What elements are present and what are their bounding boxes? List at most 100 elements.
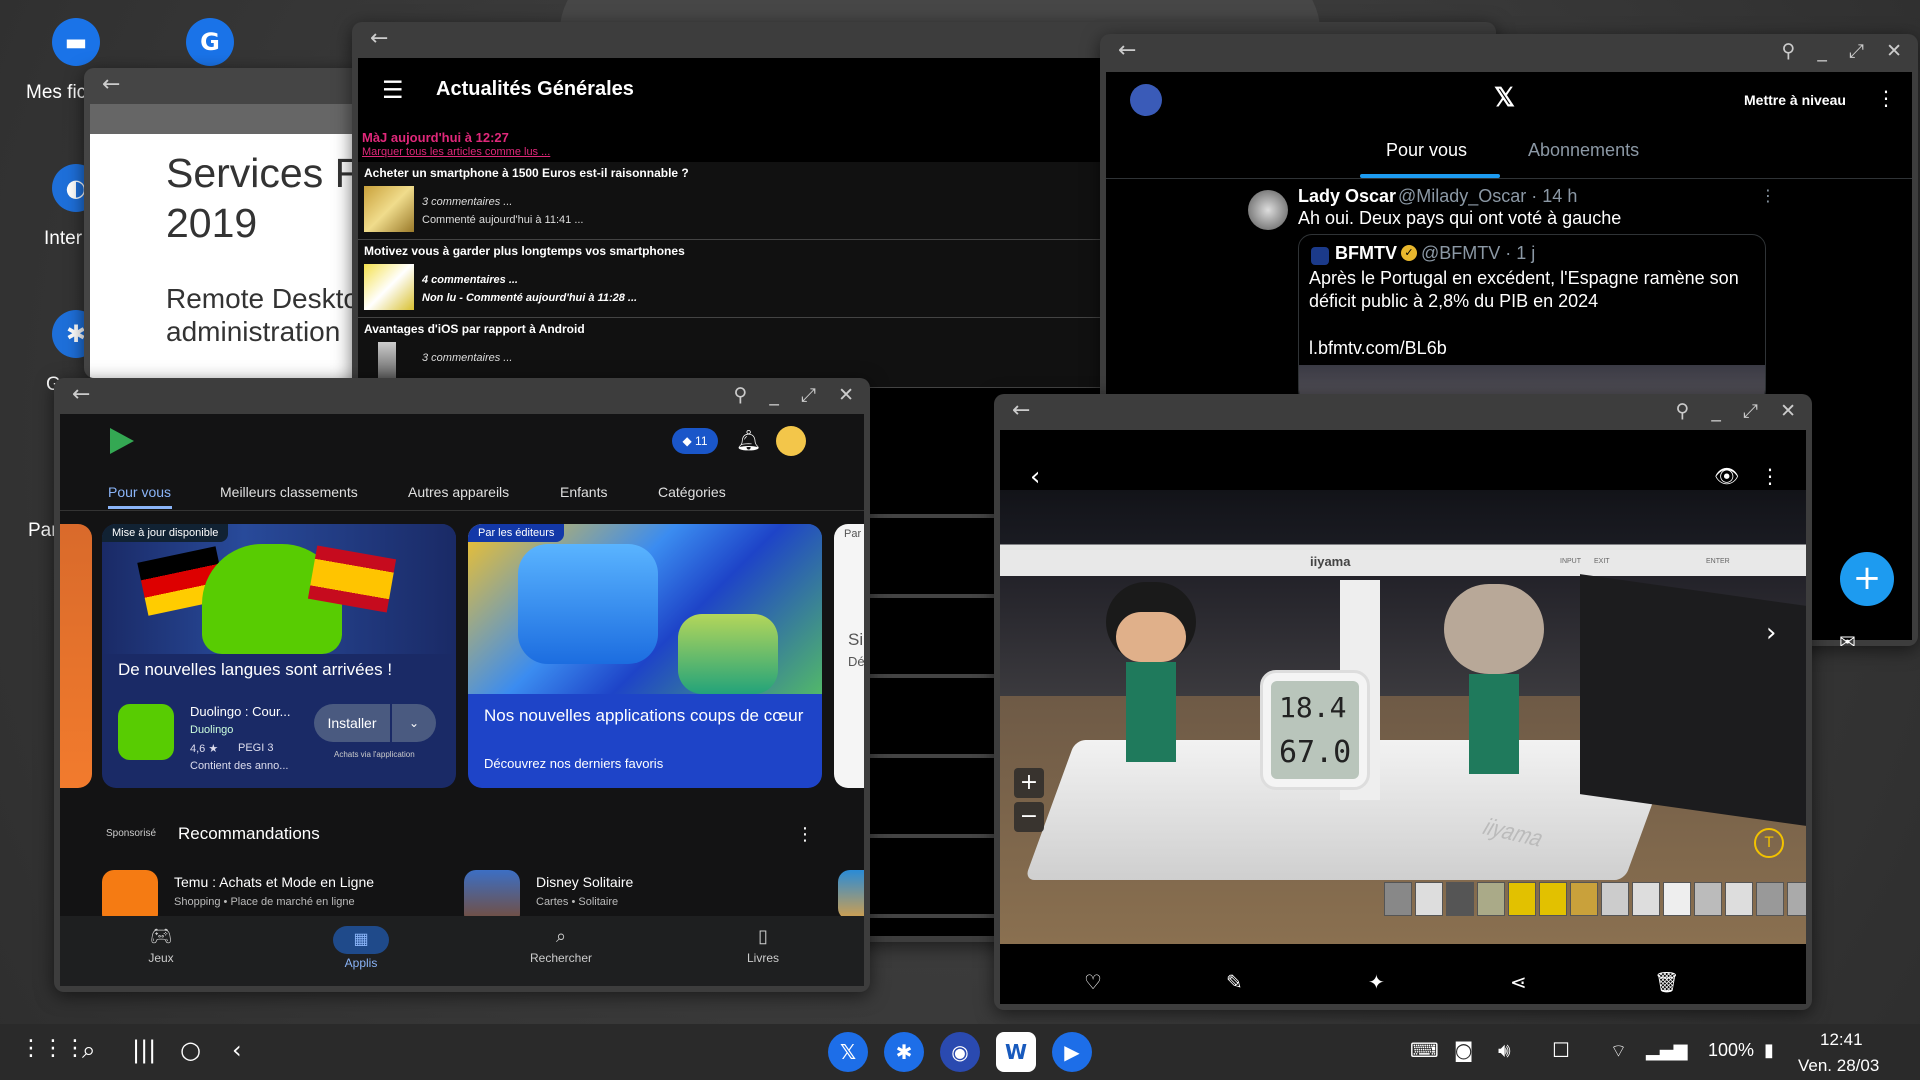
photo-viewer-window[interactable]: ← ⚲ _ ⤢ ✕ ‹ 👁︎ ⋮ iiyama INPUT EXIT ENTER ii… <box>994 394 1812 1010</box>
news-item[interactable]: Acheter un smartphone à 1500 Euros est-i… <box>358 162 1104 240</box>
mark-all-read-link[interactable]: Marquer tous les articles comme lus ... <box>362 146 550 158</box>
maximize-icon[interactable]: ⤢ <box>1743 400 1758 422</box>
install-button[interactable]: Installer <box>314 704 390 742</box>
close-icon[interactable]: ✕ <box>1886 40 1902 62</box>
featured-card-partial[interactable]: Par Si Dé <box>834 524 864 788</box>
rec-item-partial-icon[interactable] <box>838 870 864 920</box>
section-more-icon[interactable]: ⋮ <box>796 824 814 845</box>
tab-following[interactable]: Abonnements <box>1528 140 1639 161</box>
maximize-icon[interactable]: ⤢ <box>801 384 816 406</box>
clock-date[interactable]: Ven. 28/03 <box>1798 1056 1879 1076</box>
dock-gallery-icon[interactable]: ✱ <box>884 1032 924 1072</box>
tab-for-you[interactable]: Pour vous <box>1386 140 1467 161</box>
document-titlebar[interactable]: ← <box>84 68 364 104</box>
home-icon[interactable]: ○ <box>180 1036 201 1064</box>
messages-icon[interactable]: ✉ <box>1839 630 1856 646</box>
minimize-icon[interactable]: _ <box>1711 400 1721 422</box>
nav-books[interactable]: ▯ Livres <box>718 926 808 965</box>
quoted-link[interactable]: l.bfmtv.com/BL6b <box>1309 338 1447 359</box>
back-arrow-icon[interactable]: ← <box>370 26 388 51</box>
play-titlebar[interactable]: ← ⚲ _ ⤢ ✕ <box>54 378 870 414</box>
tweet-author[interactable]: Lady Oscar <box>1298 186 1396 207</box>
edit-pencil-icon[interactable]: ✎ <box>1226 970 1243 994</box>
share-icon[interactable]: ⋖ <box>1510 970 1527 994</box>
nav-search[interactable]: ⌕ Rechercher <box>516 926 606 965</box>
zoom-out-button[interactable]: − <box>1014 802 1044 832</box>
tab-categories[interactable]: Catégories <box>658 484 726 500</box>
news-item[interactable]: Motivez vous à garder plus longtemps vos… <box>358 240 1104 318</box>
notifications-icon[interactable]: 🔔︎ <box>736 428 761 452</box>
volume-icon[interactable]: 🔊︎ <box>1498 1038 1511 1062</box>
news-thumbnail <box>364 186 414 232</box>
recent-apps-icon[interactable]: ||| <box>132 1036 156 1064</box>
featured-card-left-partial[interactable] <box>60 524 92 788</box>
minimize-icon[interactable]: _ <box>769 384 779 406</box>
install-options-chevron-icon[interactable]: ⌄ <box>392 704 436 742</box>
nav-apps[interactable]: ▦ Applis <box>316 926 406 970</box>
nav-games[interactable]: 🎮︎ Jeux <box>116 926 206 965</box>
news-item-title: Acheter un smartphone à 1500 Euros est-i… <box>364 166 689 180</box>
keyboard-icon[interactable]: ⌨ <box>1410 1038 1439 1062</box>
tab-other-devices[interactable]: Autres appareils <box>408 484 509 500</box>
search-icon[interactable]: ⌕ <box>82 1036 95 1064</box>
tweet-avatar[interactable] <box>1248 190 1288 230</box>
more-options-icon[interactable]: ⋮ <box>1760 464 1780 488</box>
profile-avatar[interactable] <box>1130 84 1162 116</box>
tab-for-you[interactable]: Pour vous <box>108 484 171 500</box>
account-avatar[interactable] <box>776 426 806 456</box>
files-icon[interactable]: ▬ <box>52 18 100 66</box>
taskbar: ⋮⋮⋮ ⌕ ||| ○ ‹ 𝕏 ✱ ◉ W ▶ ⌨ ◙ 🔊︎ ☐ ⌔ ▂▄▆ 1… <box>0 1024 1920 1080</box>
dock-play-store-icon[interactable]: ▶ <box>1052 1032 1092 1072</box>
dock-news-app-icon[interactable]: ◉ <box>940 1032 980 1072</box>
clock-time[interactable]: 12:41 <box>1820 1030 1863 1050</box>
twitter-titlebar[interactable]: ← ⚲ _ ⤢ ✕ <box>1100 34 1918 70</box>
pin-icon[interactable]: ⚲ <box>733 384 747 406</box>
zoom-in-button[interactable]: + <box>1014 768 1044 798</box>
tab-kids[interactable]: Enfants <box>560 484 607 500</box>
featured-card-duolingo[interactable]: Mise à jour disponible De nouvelles lang… <box>102 524 456 788</box>
tweet-more-icon[interactable]: ⋮ <box>1760 186 1776 205</box>
close-icon[interactable]: ✕ <box>838 384 854 406</box>
hamburger-menu-icon[interactable]: ☰ <box>382 76 404 104</box>
compose-fab[interactable]: + <box>1840 552 1894 606</box>
rec-item[interactable]: Disney Solitaire Cartes • Solitaire <box>464 870 804 926</box>
news-item-status: Non lu - Commenté aujourd'hui à 11:28 ..… <box>422 292 638 304</box>
back-arrow-icon[interactable]: ← <box>72 382 90 407</box>
ai-sparkle-icon[interactable]: ✦ <box>1368 970 1385 994</box>
play-points-badge[interactable]: ◆ 11 <box>672 428 718 454</box>
document-window[interactable]: ← Services F 2019 Remote Deskto administ… <box>84 68 364 378</box>
screenshot-icon[interactable]: ◙ <box>1454 1038 1473 1062</box>
x-logo-icon[interactable]: 𝕏 <box>1494 82 1515 113</box>
thumbnail-strip[interactable] <box>1384 882 1806 922</box>
back-arrow-icon[interactable]: ← <box>102 72 120 97</box>
chevron-right-icon[interactable]: › <box>1766 618 1776 648</box>
close-icon[interactable]: ✕ <box>1780 400 1796 422</box>
dock-x-app-icon[interactable]: 𝕏 <box>828 1032 868 1072</box>
favorite-heart-icon[interactable]: ♡ <box>1084 970 1102 994</box>
pin-icon[interactable]: ⚲ <box>1675 400 1689 422</box>
more-options-icon[interactable]: ⋮ <box>1876 86 1896 110</box>
dock-word-icon[interactable]: W <box>996 1032 1036 1072</box>
back-arrow-icon[interactable]: ← <box>1118 38 1136 63</box>
featured-card-editors[interactable]: Par les éditeurs Nos nouvelles applicati… <box>468 524 822 788</box>
minimize-icon[interactable]: _ <box>1817 40 1827 62</box>
photo-titlebar[interactable]: ← ⚲ _ ⤢ ✕ <box>994 394 1812 430</box>
delete-trash-icon[interactable]: 🗑︎ <box>1654 970 1679 994</box>
google-icon[interactable]: G <box>186 18 234 66</box>
play-store-window[interactable]: ← ⚲ _ ⤢ ✕ ◆ 11 🔔︎ Pour vous Meilleurs class… <box>54 378 870 992</box>
notification-icon[interactable]: ☐ <box>1552 1038 1570 1062</box>
chevron-left-icon[interactable]: ‹ <box>1030 462 1040 492</box>
photo[interactable]: iiyama INPUT EXIT ENTER iiyama 18.4 67.0… <box>1000 490 1806 944</box>
duolingo-app-icon[interactable] <box>118 704 174 760</box>
app-drawer-icon[interactable]: ⋮⋮⋮ <box>20 1036 86 1061</box>
back-arrow-icon[interactable]: ← <box>1012 398 1030 423</box>
maximize-icon[interactable]: ⤢ <box>1849 40 1864 62</box>
tab-top-charts[interactable]: Meilleurs classements <box>220 484 358 500</box>
visibility-eye-icon[interactable]: 👁︎ <box>1714 464 1739 488</box>
back-icon[interactable]: ‹ <box>232 1036 242 1064</box>
rec-item[interactable]: Temu : Achats et Mode en Ligne Shopping … <box>102 870 442 926</box>
quoted-tweet[interactable]: BFMTV ✓ @BFMTV · 1 j Après le Portugal e… <box>1298 234 1766 404</box>
upgrade-button[interactable]: Mettre à niveau <box>1744 92 1846 108</box>
text-extract-icon[interactable]: T <box>1754 828 1784 858</box>
pin-icon[interactable]: ⚲ <box>1781 40 1795 62</box>
